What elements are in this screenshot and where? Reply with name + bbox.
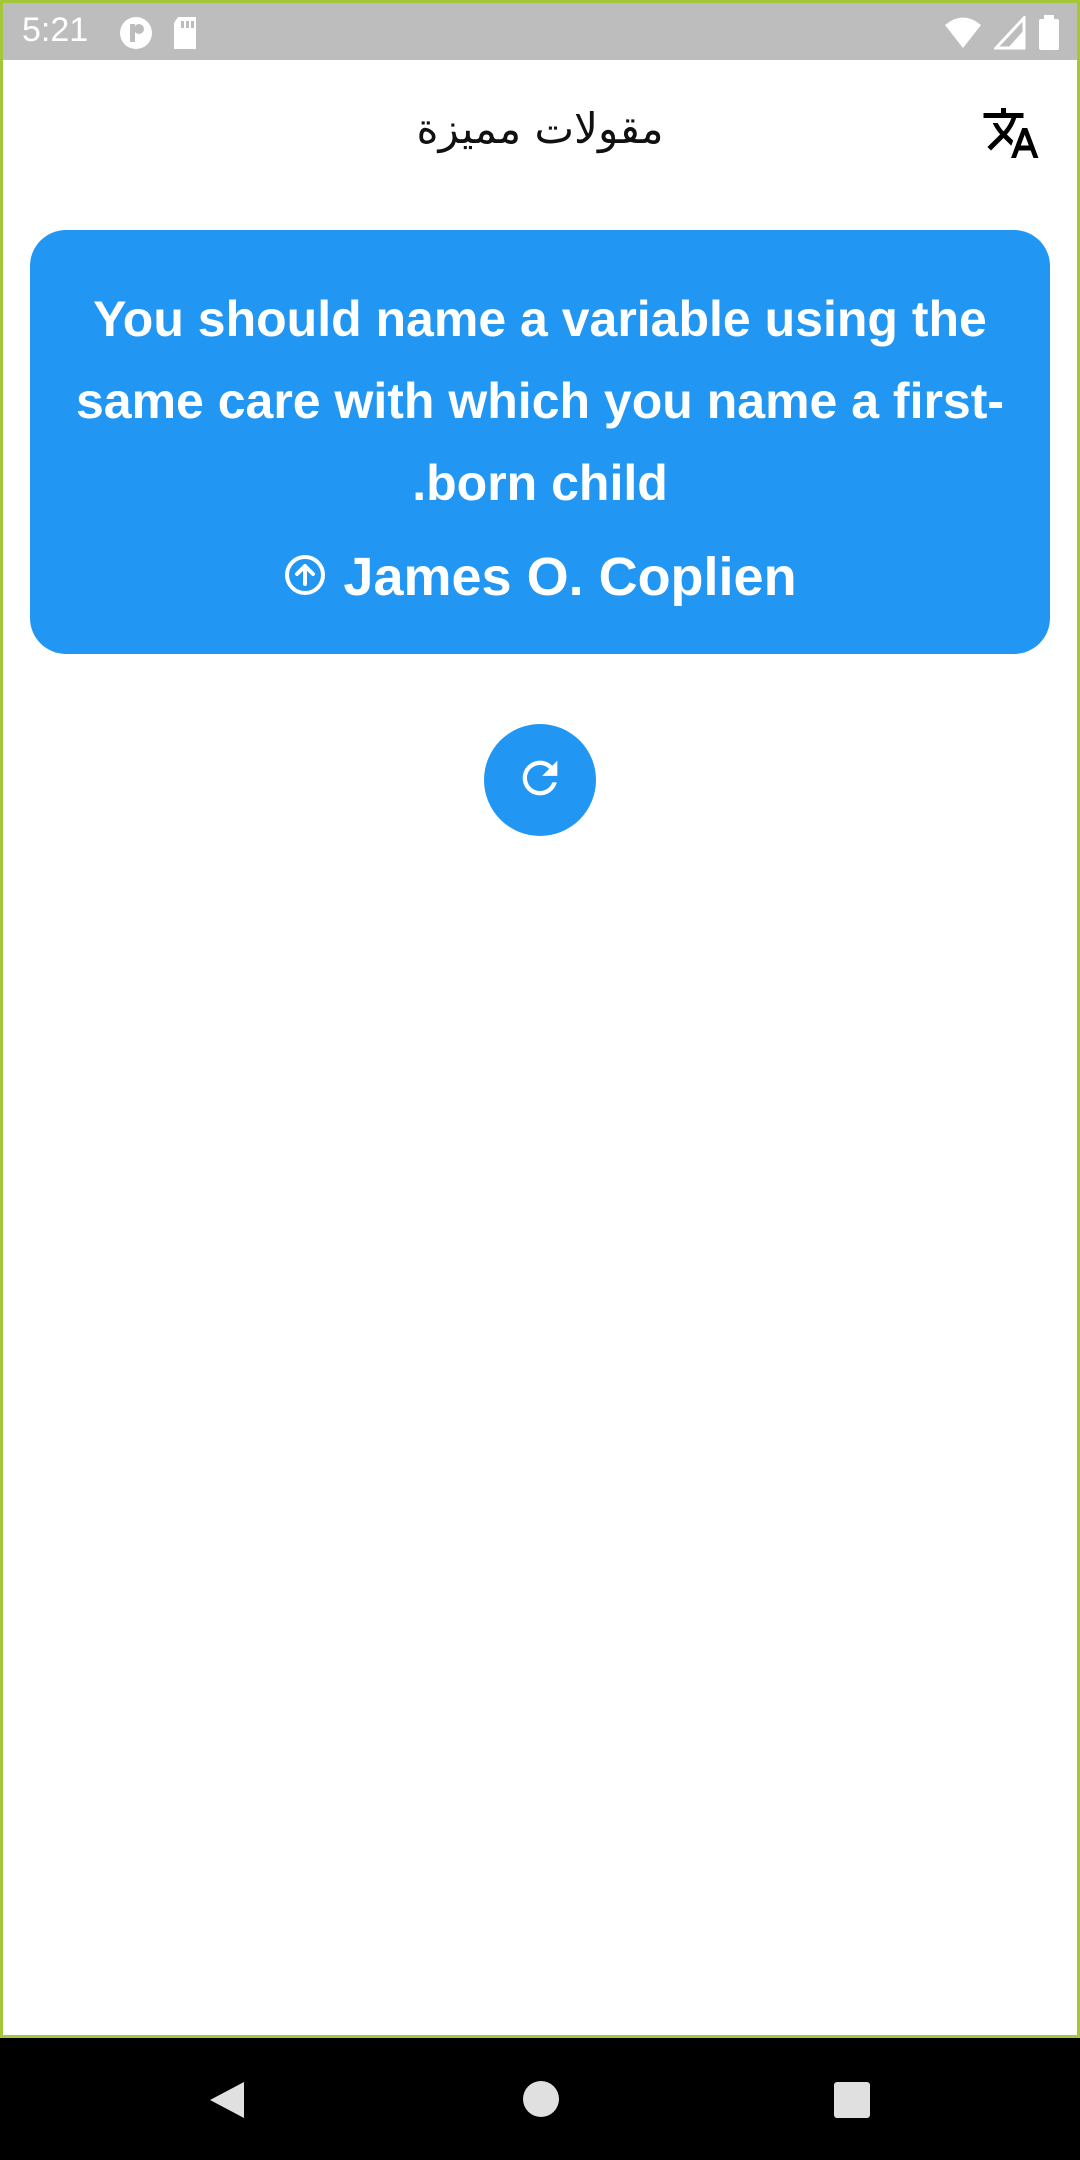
navigation-bar bbox=[0, 2038, 1080, 2160]
translate-icon bbox=[981, 103, 1041, 168]
wifi-icon bbox=[944, 16, 982, 55]
translate-button[interactable] bbox=[976, 100, 1046, 170]
quote-author: James O. Coplien bbox=[343, 547, 797, 607]
refresh-button[interactable] bbox=[484, 724, 596, 836]
refresh-icon bbox=[514, 752, 566, 809]
app-bar: مقولات مميزة bbox=[0, 60, 1080, 190]
status-bar: 5:21 bbox=[0, 0, 1080, 60]
page-title: مقولات مميزة bbox=[416, 104, 664, 153]
quote-card: You should name a variable using the sam… bbox=[30, 230, 1050, 654]
status-left-icons bbox=[118, 15, 200, 56]
author-row: James O. Coplien bbox=[70, 546, 1010, 608]
notification-app-icon bbox=[118, 15, 154, 56]
arrow-up-circle-icon bbox=[283, 553, 327, 602]
home-button[interactable] bbox=[523, 2081, 559, 2117]
quote-text: You should name a variable using the sam… bbox=[75, 291, 1005, 511]
recents-button[interactable] bbox=[834, 2082, 870, 2118]
battery-icon bbox=[1038, 15, 1060, 56]
status-time: 5:21 bbox=[22, 11, 89, 49]
back-icon bbox=[204, 2082, 248, 2126]
cell-signal-icon bbox=[992, 14, 1026, 55]
status-right-icons bbox=[944, 14, 1060, 56]
sd-card-icon bbox=[170, 15, 200, 56]
back-button[interactable] bbox=[204, 2078, 248, 2122]
